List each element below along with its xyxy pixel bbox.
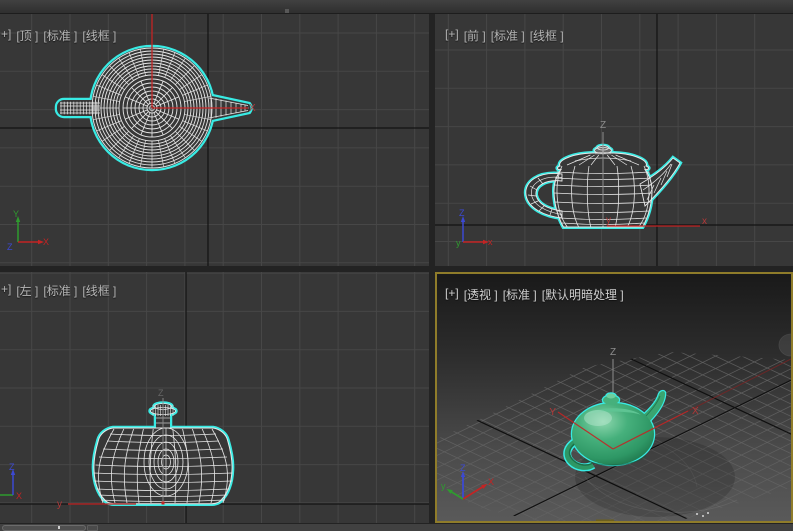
axis-y-label: y — [606, 215, 611, 226]
time-slider-tick — [58, 526, 60, 529]
axis-z-label: Z — [610, 347, 616, 358]
time-slider-bar[interactable] — [2, 525, 86, 531]
viewport-menu-shading[interactable]: [线框 ] — [530, 27, 564, 44]
viewport-menu-style[interactable]: [标准 ] — [491, 27, 525, 44]
viewport-front-canvas[interactable]: Zx y Zy x — [435, 14, 793, 266]
viewport-menu-general[interactable]: +] — [1, 282, 11, 299]
viewport-perspective[interactable]: Z Y X Z Xy [+] [透视 ] [标准 ] [默认明暗处理 ] — [435, 272, 793, 523]
viewport-menu-pov[interactable]: [前 ] — [464, 27, 486, 44]
bottom-bar — [0, 524, 793, 531]
viewport-menu-pov[interactable]: [透视 ] — [464, 286, 498, 303]
viewport-menu-style[interactable]: [标准 ] — [43, 282, 77, 299]
viewport-menu-pov[interactable]: [顶 ] — [16, 27, 38, 44]
svg-text:Z: Z — [158, 388, 164, 398]
axis-y-label: y — [57, 499, 62, 510]
viewport-menu-shading[interactable]: [线框 ] — [82, 27, 116, 44]
viewport-top[interactable]: X Y X Z +] [顶 ] [标准 ] [线框 ] — [0, 14, 429, 266]
gizmo-x-label: X — [488, 477, 494, 487]
viewport-menu-style[interactable]: [标准 ] — [503, 286, 537, 303]
time-slider-handle[interactable] — [87, 525, 98, 531]
gizmo-z-label: Z — [460, 463, 466, 473]
viewport-perspective-label: [+] [透视 ] [标准 ] [默认明暗处理 ] — [445, 286, 624, 303]
viewport-left-label: +] [左 ] [标准 ] [线框 ] — [1, 282, 116, 299]
viewport-menu-shading[interactable]: [线框 ] — [82, 282, 116, 299]
gizmo-y-label: y — [456, 238, 461, 248]
viewport-menu-general[interactable]: +] — [1, 27, 11, 44]
gizmo-z-label: Z — [7, 242, 13, 252]
gizmo-x-label: X — [16, 491, 22, 501]
viewport-menu-style[interactable]: [标准 ] — [43, 27, 77, 44]
viewport-menu-shading[interactable]: [默认明暗处理 ] — [542, 286, 624, 303]
gizmo-y-label: y — [441, 481, 446, 491]
gizmo-x-label: X — [43, 237, 49, 247]
viewport-menu-general[interactable]: [+] — [445, 286, 459, 303]
viewport-left[interactable]: Zy Z X +] [左 ] [标准 ] [线框 ] — [0, 272, 429, 523]
gizmo-x-label: x — [488, 237, 493, 247]
viewport-top-label: +] [顶 ] [标准 ] [线框 ] — [1, 27, 116, 44]
gizmo-z-label: Z — [459, 208, 465, 218]
toolbar-divider — [285, 9, 289, 13]
gizmo-y-label: Y — [13, 209, 19, 219]
toolbar-strip — [0, 0, 793, 14]
viewport-top-canvas[interactable]: X Y X Z — [0, 14, 429, 266]
axis-x-label: x — [702, 216, 707, 227]
viewport-menu-pov[interactable]: [左 ] — [16, 282, 38, 299]
axis-z-label: Z — [600, 120, 606, 131]
max-four-viewport-screen: X Y X Z +] [顶 ] [标准 ] [线框 ] Zx y Zy x [+] [前 ]… — [0, 0, 793, 531]
axis-x-label: X — [692, 406, 699, 417]
axis-x-label: X — [249, 103, 256, 114]
viewport-perspective-canvas[interactable]: Z Y X Z Xy — [435, 272, 793, 523]
viewport-menu-general[interactable]: [+] — [445, 27, 459, 44]
viewport-left-canvas[interactable]: Zy Z X — [0, 272, 429, 523]
viewport-front-label: [+] [前 ] [标准 ] [线框 ] — [445, 27, 564, 44]
gizmo-z-label: Z — [9, 462, 15, 472]
axis-y-label: Y — [549, 407, 556, 418]
viewport-front[interactable]: Zx y Zy x [+] [前 ] [标准 ] [线框 ] — [435, 14, 793, 266]
